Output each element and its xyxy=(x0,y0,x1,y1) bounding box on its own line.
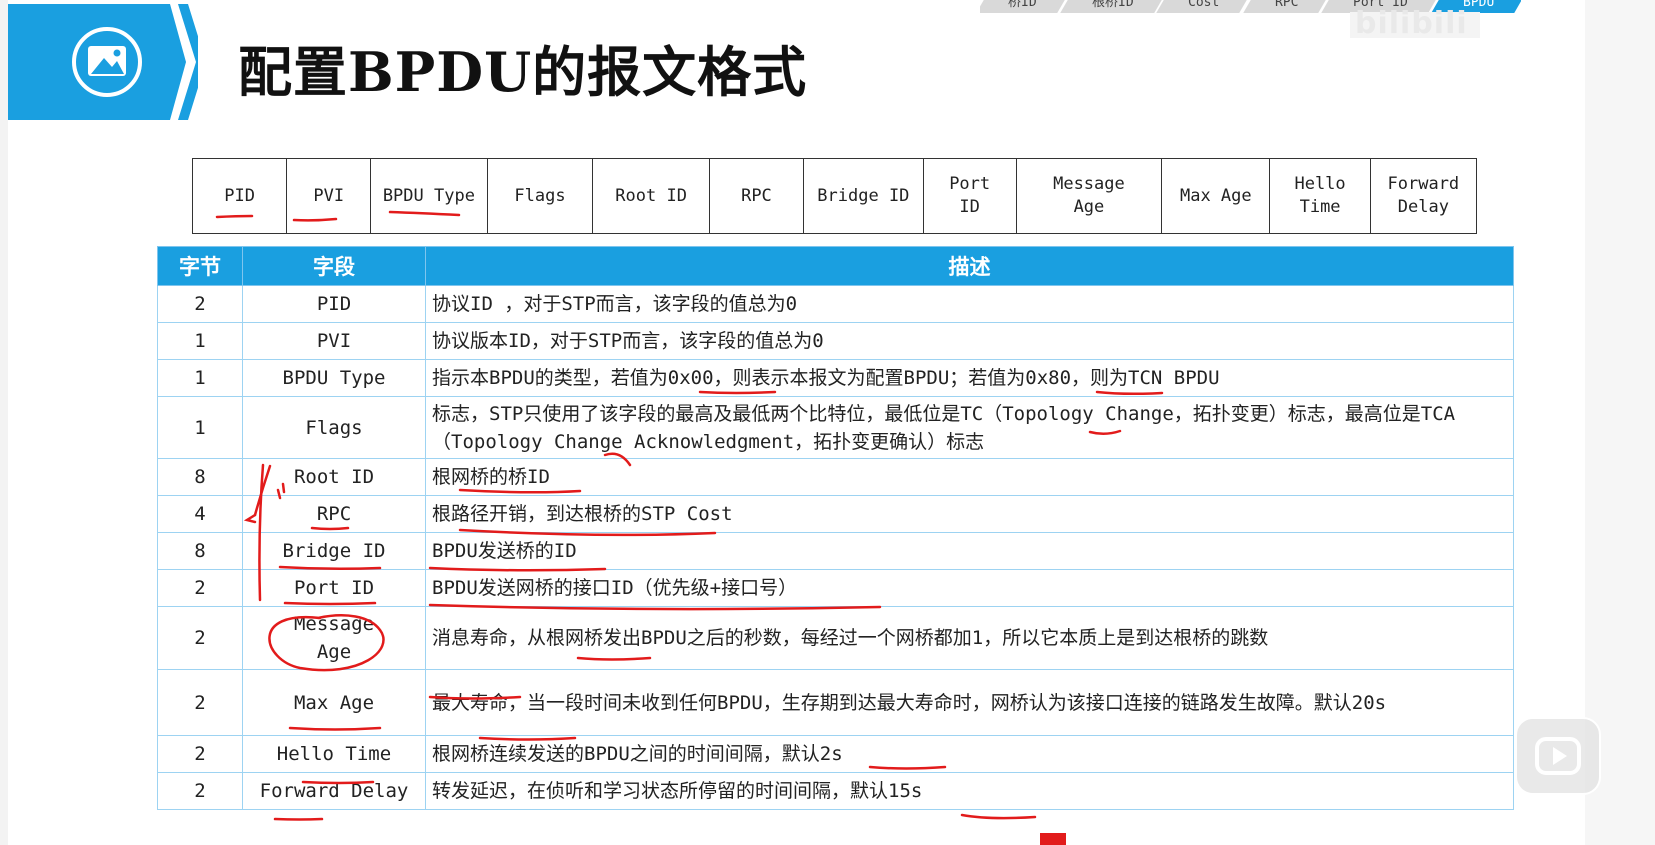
format-field: PID xyxy=(191,158,288,234)
format-field: RPC xyxy=(708,158,805,234)
cell-bytes: 2 xyxy=(157,285,243,323)
format-field: Forward Delay xyxy=(1369,158,1478,234)
header-bytes: 字节 xyxy=(157,246,243,286)
cell-bytes: 2 xyxy=(157,772,243,810)
format-field: Hello Time xyxy=(1269,158,1371,234)
breadcrumb-item: 桥ID xyxy=(980,0,1065,13)
format-field: BPDU Type xyxy=(370,158,488,234)
cell-desc: 根路径开销，到达根桥的STP Cost xyxy=(425,495,1514,533)
cell-bytes: 2 xyxy=(157,735,243,773)
cell-desc: 指示本BPDU的类型，若值为0x00，则表示本报文为配置BPDU；若值为0x80… xyxy=(425,359,1514,397)
cell-bytes: 1 xyxy=(157,359,243,397)
cell-field: PID xyxy=(242,285,426,323)
cell-desc: 根网桥连续发送的BPDU之间的时间间隔，默认2s xyxy=(425,735,1514,773)
cell-desc: 转发延迟，在侦听和学习状态所停留的时间间隔，默认15s xyxy=(425,772,1514,810)
format-field: Max Age xyxy=(1161,158,1271,234)
cell-bytes: 1 xyxy=(157,322,243,360)
cell-field: Root ID xyxy=(242,458,426,496)
cell-field: Hello Time xyxy=(242,735,426,773)
cell-desc: 协议版本ID，对于STP而言，该字段的值总为0 xyxy=(425,322,1514,360)
header-description: 描述 xyxy=(425,246,1514,286)
cell-desc: 根网桥的桥ID xyxy=(425,458,1514,496)
table-row: 2 Message Age 消息寿命，从根网桥发出BPDU之后的秒数，每经过一个… xyxy=(157,606,1514,670)
table-header-row: 字节 字段 描述 xyxy=(157,246,1514,286)
cell-field: RPC xyxy=(242,495,426,533)
cell-field: Port ID xyxy=(242,569,426,607)
cell-desc: 消息寿命，从根网桥发出BPDU之后的秒数，每经过一个网桥都加1，所以它本质上是到… xyxy=(425,606,1514,670)
table-row: 2 Max Age 最大寿命，当一段时间未收到任何BPDU，生存期到达最大寿命时… xyxy=(157,669,1514,736)
cell-bytes: 1 xyxy=(157,396,243,459)
left-margin-strip xyxy=(0,0,8,845)
field-description-table: 字节 字段 描述 2 PID 协议ID ，对于STP而言，该字段的值总为0 1 … xyxy=(157,246,1514,810)
cell-field: Max Age xyxy=(242,669,426,736)
table-row: 1 BPDU Type 指示本BPDU的类型，若值为0x00，则表示本报文为配置… xyxy=(157,359,1514,397)
table-row: 8 Root ID 根网桥的桥ID xyxy=(157,458,1514,496)
format-field: PVI xyxy=(286,158,372,234)
play-icon xyxy=(1535,737,1581,775)
table-row: 2 Port ID BPDU发送网桥的接口ID（优先级+接口号） xyxy=(157,569,1514,607)
table-row: 2 PID 协议ID ，对于STP而言，该字段的值总为0 xyxy=(157,285,1514,323)
cell-desc: 标志，STP只使用了该字段的最高及最低两个比特位，最低位是TC（Topology… xyxy=(425,396,1514,459)
format-field: Port ID xyxy=(922,158,1017,234)
cell-bytes: 2 xyxy=(157,669,243,736)
cell-desc: BPDU发送网桥的接口ID（优先级+接口号） xyxy=(425,569,1514,607)
table-row: 1 PVI 协议版本ID，对于STP而言，该字段的值总为0 xyxy=(157,322,1514,360)
table-row: 4 RPC 根路径开销，到达根桥的STP Cost xyxy=(157,495,1514,533)
table-row: 1 Flags 标志，STP只使用了该字段的最高及最低两个比特位，最低位是TC（… xyxy=(157,396,1514,459)
table-row: 8 Bridge ID BPDU发送桥的ID xyxy=(157,532,1514,570)
breadcrumb-item: Cost xyxy=(1156,0,1248,13)
format-field: Root ID xyxy=(592,158,710,234)
play-button[interactable] xyxy=(1515,717,1601,795)
cell-desc: 最大寿命，当一段时间未收到任何BPDU，生存期到达最大寿命时，网桥认为该接口连接… xyxy=(425,669,1514,736)
breadcrumb-item: RPC xyxy=(1242,0,1326,13)
header-field: 字段 xyxy=(242,246,426,286)
cell-bytes: 8 xyxy=(157,458,243,496)
bpdu-format-diagram: PID PVI BPDU Type Flags Root ID RPC Brid… xyxy=(191,158,1478,234)
cell-field: Bridge ID xyxy=(242,532,426,570)
table-row: 2 Hello Time 根网桥连续发送的BPDU之间的时间间隔，默认2s xyxy=(157,735,1514,773)
cell-bytes: 2 xyxy=(157,569,243,607)
cell-field: Forward Delay xyxy=(242,772,426,810)
cell-field: Flags xyxy=(242,396,426,459)
cell-bytes: 2 xyxy=(157,606,243,670)
bilibili-watermark: bilibili xyxy=(1355,6,1468,41)
cell-field: PVI xyxy=(242,322,426,360)
cell-bytes: 4 xyxy=(157,495,243,533)
page-title: 配置BPDU的报文格式 xyxy=(238,40,808,104)
breadcrumb-item: 根桥ID xyxy=(1059,0,1162,13)
format-field: Message Age xyxy=(1015,158,1163,234)
cell-desc: 协议ID ，对于STP而言，该字段的值总为0 xyxy=(425,285,1514,323)
cell-bytes: 8 xyxy=(157,532,243,570)
cell-field: Message Age xyxy=(242,606,426,670)
format-field: Bridge ID xyxy=(803,158,924,234)
cell-field: BPDU Type xyxy=(242,359,426,397)
cell-desc: BPDU发送桥的ID xyxy=(425,532,1514,570)
slide-banner xyxy=(8,4,206,120)
red-pen-cursor xyxy=(1040,833,1066,845)
table-row: 2 Forward Delay 转发延迟，在侦听和学习状态所停留的时间间隔，默认… xyxy=(157,772,1514,810)
format-field: Flags xyxy=(486,158,594,234)
